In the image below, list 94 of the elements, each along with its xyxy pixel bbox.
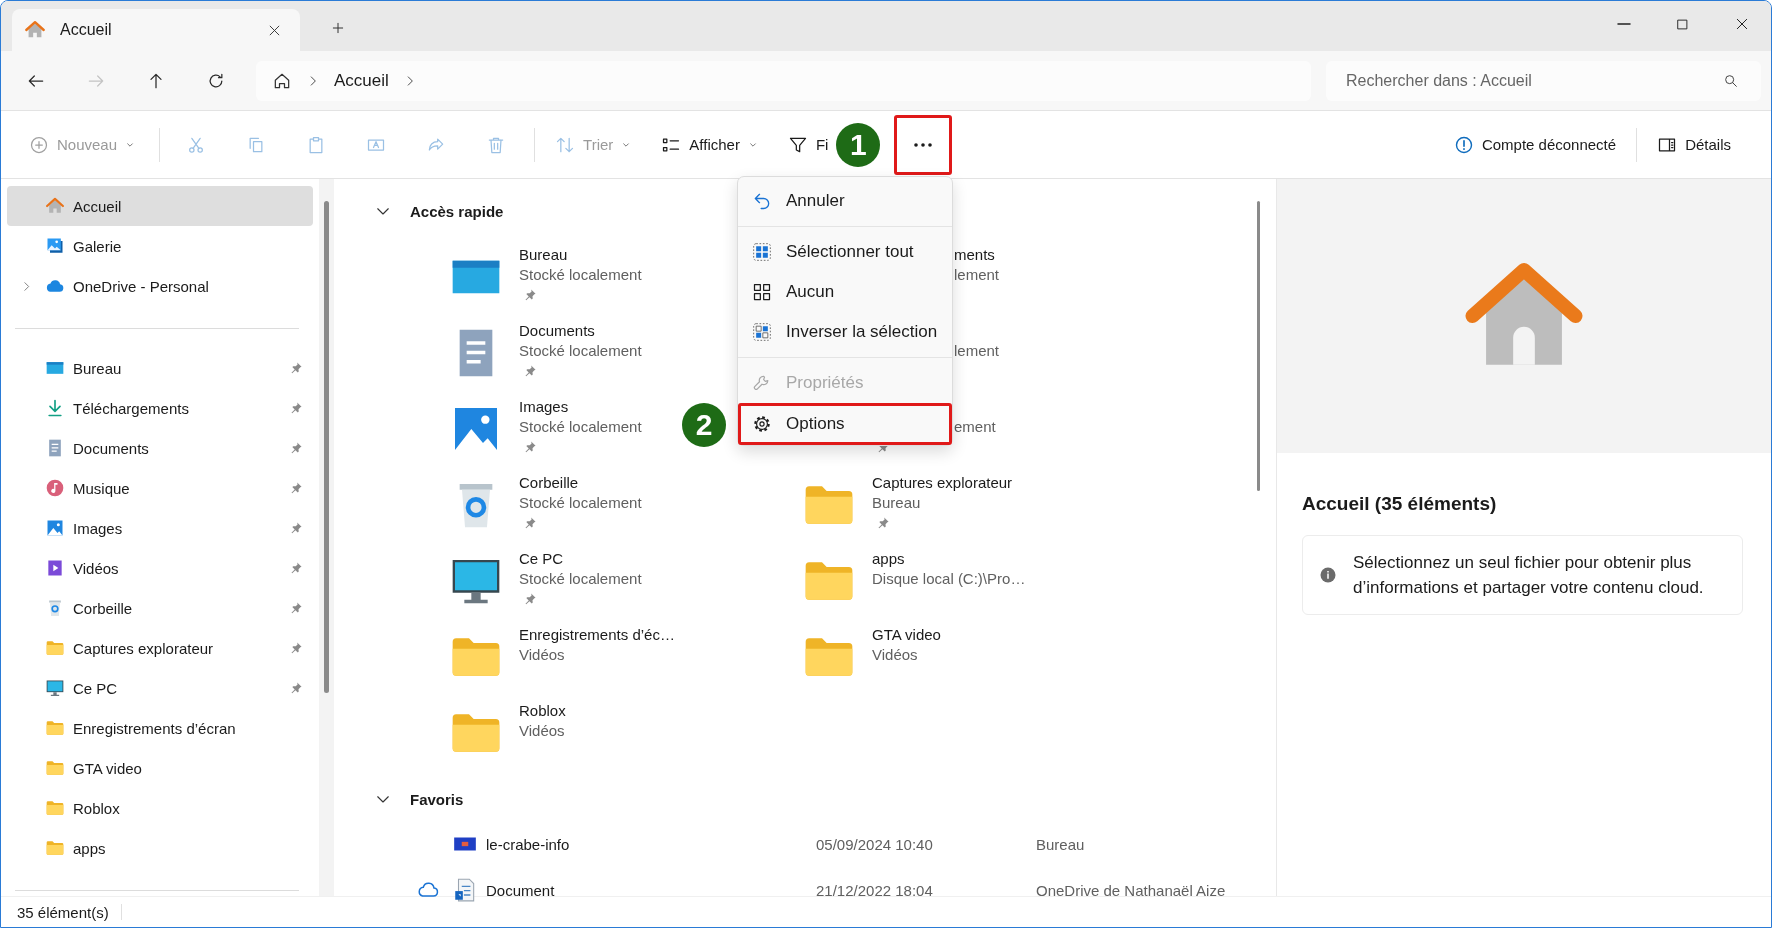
item-location: Stocké localement: [519, 570, 642, 587]
menu-item[interactable]: Aucun: [738, 272, 952, 312]
video-icon: [45, 558, 65, 578]
step-badge: 1: [836, 122, 881, 167]
item-location: lement: [954, 342, 1000, 359]
scrollbar[interactable]: [324, 201, 329, 693]
alert-icon: [1453, 134, 1474, 155]
more-options-button[interactable]: [894, 114, 953, 175]
item-location: Bureau: [872, 494, 921, 511]
item-name[interactable]: apps: [872, 550, 905, 567]
item-location: Stocké localement: [519, 494, 642, 511]
item-name[interactable]: ments: [954, 246, 995, 263]
file-name[interactable]: Document: [486, 881, 816, 899]
file-date: 21/12/2022 18:04: [816, 881, 934, 899]
folder-icon: [45, 638, 65, 658]
item-name[interactable]: GTA video: [872, 626, 941, 643]
menu-item[interactable]: Annuler: [738, 181, 952, 221]
scrollbar[interactable]: [1257, 201, 1260, 491]
item-location: Disque local (C:)\Pro…: [872, 570, 1026, 587]
item-location: Vidéos: [872, 646, 918, 663]
sidebar-item[interactable]: Documents: [7, 428, 313, 468]
menu-item[interactable]: Sélectionner tout: [738, 232, 952, 272]
settings-icon: [752, 414, 772, 434]
item-location: Stocké localement: [519, 266, 642, 283]
details-title: Accueil (35 éléments): [1302, 493, 1498, 515]
sidebar-item[interactable]: GTA video: [7, 748, 313, 788]
plus-icon: [330, 20, 346, 36]
item-name[interactable]: Ce PC: [519, 550, 564, 567]
sidebar-item[interactable]: OneDrive - Personal: [7, 266, 313, 306]
item-location: ement: [954, 418, 996, 435]
sidebar-item[interactable]: Enregistrements d’écran: [7, 708, 313, 748]
info-message: Sélectionnez un seul fichier pour obtenir plus d’informations et partager votre contenu cloud.: [1353, 552, 1705, 599]
gallery-icon: [45, 236, 65, 256]
tab[interactable]: Accueil: [12, 9, 300, 51]
section-title: Accès rapide: [410, 202, 504, 220]
view-button[interactable]: Afficher: [655, 124, 766, 165]
sidebar-item[interactable]: Images: [7, 508, 313, 548]
item-name[interactable]: Enregistrements d’éc…: [519, 626, 675, 643]
search-field[interactable]: Rechercher dans : Accueil: [1326, 60, 1761, 101]
home-icon: [45, 196, 65, 216]
image-icon: [45, 518, 65, 538]
select-all-icon: [752, 242, 772, 262]
filter-button[interactable]: Fi: [781, 124, 835, 165]
music-icon: [45, 478, 65, 498]
item-location: lement: [954, 266, 1000, 283]
item-count: 35 élément(s): [17, 903, 109, 921]
step-badge: 2: [682, 403, 726, 447]
ellipsis-icon: [914, 142, 933, 147]
sidebar-item[interactable]: Téléchargements: [7, 388, 313, 428]
select-none-icon: [752, 282, 772, 302]
sidebar-item[interactable]: Captures explorateur: [7, 628, 313, 668]
file-location: OneDrive de Nathanaël Aize: [1036, 881, 1226, 899]
undo-icon: [752, 191, 772, 211]
file-name[interactable]: le-crabe-info: [486, 835, 816, 853]
menu-item[interactable]: Options: [738, 403, 952, 445]
item-name[interactable]: Captures explorateur: [872, 474, 1013, 491]
sidebar-item[interactable]: Corbeille: [7, 588, 313, 628]
invert-selection-icon: [752, 322, 772, 342]
search-icon: [1723, 72, 1739, 89]
item-name[interactable]: Documents: [519, 322, 595, 339]
menu-item[interactable]: Inverser la sélection: [738, 312, 952, 352]
monitor-icon: [45, 678, 65, 698]
sidebar-item[interactable]: Bureau: [7, 348, 313, 388]
file-location: Bureau: [1036, 835, 1085, 853]
breadcrumb[interactable]: Accueil: [334, 70, 389, 91]
folder-icon: [45, 798, 65, 818]
item-name[interactable]: Images: [519, 398, 569, 415]
item-location: Stocké localement: [519, 418, 642, 435]
item-location: Vidéos: [519, 646, 565, 663]
item-location: Stocké localement: [519, 342, 642, 359]
sidebar-item[interactable]: Accueil: [7, 186, 313, 226]
address-bar[interactable]: Accueil: [256, 60, 1311, 101]
details-button[interactable]: Détails: [1651, 124, 1737, 165]
plus-icon: [29, 134, 49, 155]
sidebar-item[interactable]: apps: [7, 828, 313, 868]
folder-icon: [45, 758, 65, 778]
sidebar-item[interactable]: Ce PC: [7, 668, 313, 708]
download-icon: [45, 398, 65, 418]
sidebar-item[interactable]: Musique: [7, 468, 313, 508]
folder-icon: [45, 838, 65, 858]
item-name[interactable]: Corbeille: [519, 474, 579, 491]
sidebar-item[interactable]: Vidéos: [7, 548, 313, 588]
account-status-button[interactable]: Compte déconnecté: [1447, 124, 1623, 165]
info-icon: [1319, 566, 1337, 584]
item-name[interactable]: Bureau: [519, 246, 568, 263]
sidebar-item[interactable]: Galerie: [7, 226, 313, 266]
section-title: Favoris: [410, 790, 464, 808]
sidebar-item[interactable]: Roblox: [7, 788, 313, 828]
item-location: Vidéos: [519, 722, 565, 739]
item-name[interactable]: Roblox: [519, 702, 566, 719]
minimize-icon: [1616, 23, 1631, 25]
file-date: 05/09/2024 10:40: [816, 835, 934, 853]
maximize-icon: [1675, 16, 1690, 32]
folder-icon: [45, 718, 65, 738]
